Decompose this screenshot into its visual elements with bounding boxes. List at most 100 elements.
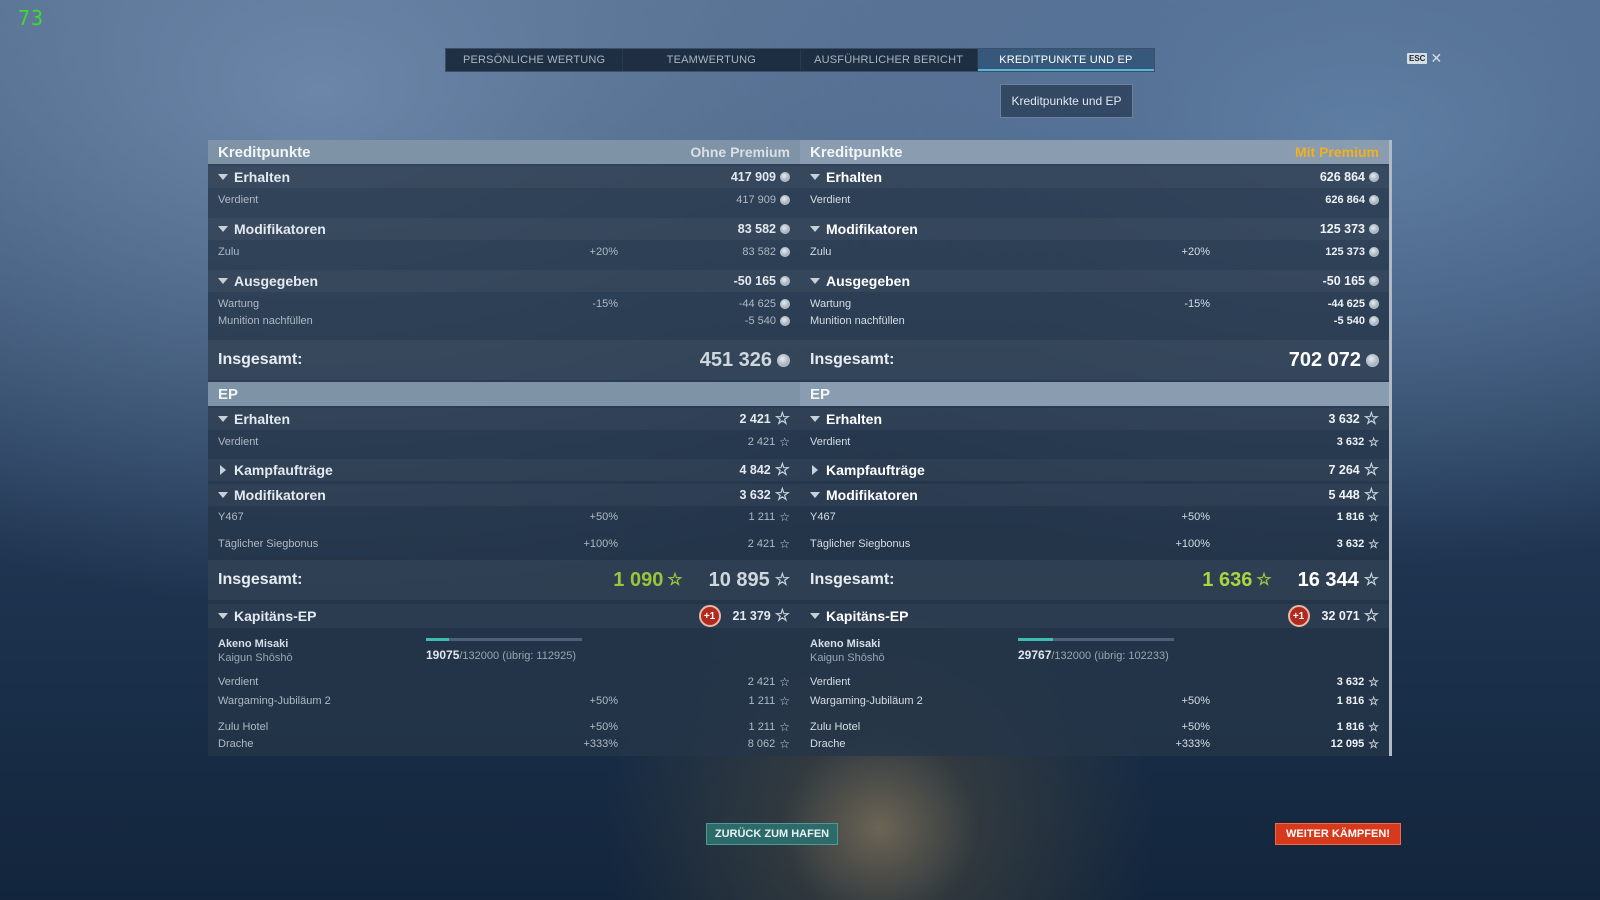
wg-jubilee-value: 1 211 [748, 695, 776, 707]
xp-star-icon: ☆ [779, 510, 790, 524]
cap-earned-row: Verdient 2 421 ☆ [208, 673, 800, 691]
xp-received-value: 3 632 [1328, 412, 1360, 426]
cap-earned-row: Verdient 3 632 ☆ [800, 673, 1389, 691]
zulu-hotel-value: 1 211 [748, 721, 776, 733]
zulu-label: Zulu [810, 246, 832, 258]
xp-received-group[interactable]: Erhalten 2 421 ☆ [208, 408, 800, 430]
maintenance-value: -44 625 [738, 298, 776, 310]
captain-xp-group[interactable]: Kapitäns-EP +1 21 379 ☆ [208, 604, 800, 628]
xp-star-icon: ☆ [774, 485, 790, 504]
combat-missions-group[interactable]: Kampfaufträge 4 842 ☆ [208, 459, 800, 481]
subtab-credits-and-xp[interactable]: Kreditpunkte und EP [1000, 84, 1133, 118]
xp-received-label: Erhalten [234, 411, 291, 427]
xp-received-group[interactable]: Erhalten 3 632 ☆ [800, 408, 1389, 430]
credits-icon [780, 316, 790, 326]
modifiers-group[interactable]: Modifikatoren 125 373 [800, 218, 1389, 240]
captain-rank: Kaigun Shōshō [218, 652, 293, 664]
captain-xp-value: 32 071 [1321, 609, 1360, 623]
spent-group[interactable]: Ausgegeben -50 165 [208, 270, 800, 292]
received-group[interactable]: Erhalten 417 909 [208, 166, 800, 188]
earned-row: Verdient 626 864 [800, 191, 1389, 209]
credits-icon [780, 276, 790, 286]
captain-rank: Kaigun Shōshō [810, 652, 885, 664]
captain-xp-label: Kapitäns-EP [826, 608, 909, 624]
fps-counter: 73 [18, 6, 45, 30]
xp-star-icon: ☆ [1363, 606, 1379, 625]
daily-bonus-row: Täglicher Siegbonus +100% 2 421 ☆ [208, 535, 800, 553]
xp-modifiers-group[interactable]: Modifikatoren 3 632 ☆ [208, 484, 800, 506]
xp-star-icon: ☆ [779, 694, 790, 708]
tab-detailed-report[interactable]: AUSFÜHRLICHER BERICHT [801, 49, 978, 71]
credits-total-value: 702 072 [1288, 348, 1361, 371]
tab-bar: PERSÖNLICHE WERTUNG TEAMWERTUNG AUSFÜHRL… [445, 48, 1155, 72]
xp-star-icon: ☆ [779, 435, 790, 449]
zulu-row: Zulu +20% 125 373 [800, 243, 1389, 261]
maintenance-row: Wartung -15% -44 625 [208, 295, 800, 313]
xp-star-icon: ☆ [1368, 510, 1379, 524]
xp-modifiers-group[interactable]: Modifikatoren 5 448 ☆ [800, 484, 1389, 506]
xp-star-icon: ☆ [1363, 570, 1379, 589]
collapse-arrow-icon [810, 613, 820, 619]
captain-skill-badge[interactable]: +1 [698, 605, 721, 627]
tab-personal-score[interactable]: PERSÖNLICHE WERTUNG [446, 49, 624, 71]
credits-total: Insgesamt: 451 326 [208, 340, 800, 380]
ammo-value: -5 540 [744, 315, 776, 327]
y467-row: Y467 +50% 1 211 ☆ [208, 508, 800, 526]
credits-total-value: 451 326 [699, 348, 772, 371]
xp-star-icon: ☆ [774, 460, 790, 479]
received-group[interactable]: Erhalten 626 864 [800, 166, 1389, 188]
collapse-arrow-icon [218, 278, 228, 284]
zulu-pct: +20% [1181, 246, 1210, 258]
collapse-arrow-icon [218, 226, 228, 232]
captain-xp-value: 21 379 [732, 609, 771, 623]
captain-xp-group[interactable]: Kapitäns-EP +1 32 071 ☆ [800, 604, 1389, 628]
cap-earned-value: 2 421 [747, 676, 776, 688]
wg-jubilee-label: Wargaming-Jubiläum 2 [810, 695, 923, 707]
credits-subtitle: Mit Premium [1294, 144, 1379, 160]
captain-info: Akeno Misaki Kaigun Shōshō 29767/132000 … [800, 638, 1389, 668]
tab-team-score[interactable]: TEAMWERTUNG [623, 49, 801, 71]
spent-group[interactable]: Ausgegeben -50 165 [800, 270, 1389, 292]
panel-with-premium: Kreditpunkte Mit Premium Erhalten 626 86… [800, 140, 1392, 756]
daily-bonus-value: 2 421 [747, 538, 776, 550]
continue-fighting-button[interactable]: WEITER KÄMPFEN! [1275, 823, 1401, 845]
earned-row: Verdient 417 909 [208, 191, 800, 209]
xp-star-icon: ☆ [1368, 675, 1379, 689]
captain-xp-current: 19075 [426, 648, 460, 662]
maintenance-value: -44 625 [1327, 298, 1365, 310]
modifiers-group[interactable]: Modifikatoren 83 582 [208, 218, 800, 240]
xp-total-value: 16 344 [1297, 568, 1359, 591]
back-to-port-button[interactable]: ZURÜCK ZUM HAFEN [706, 823, 838, 845]
combat-missions-label: Kampfaufträge [826, 462, 925, 478]
close-icon: ✕ [1430, 50, 1443, 66]
combat-missions-value: 7 264 [1328, 463, 1360, 477]
xp-title: EP [810, 385, 831, 403]
xp-modifiers-value: 5 448 [1328, 488, 1360, 502]
earned-value: 626 864 [1325, 194, 1365, 206]
xp-earned-row: Verdient 2 421 ☆ [208, 433, 800, 451]
collapse-arrow-icon [810, 174, 820, 180]
drache-label: Drache [810, 738, 846, 750]
xp-star-icon: ☆ [1368, 720, 1379, 734]
xp-modifiers-label: Modifikatoren [826, 487, 918, 503]
xp-star-icon: ☆ [1368, 694, 1379, 708]
daily-bonus-row: Täglicher Siegbonus +100% 3 632 ☆ [800, 535, 1389, 553]
credits-icon [1369, 224, 1379, 234]
credits-icon [1369, 276, 1379, 286]
xp-earned-label: Verdient [810, 436, 851, 448]
drache-pct: +333% [583, 738, 618, 750]
xp-star-icon: ☆ [774, 570, 790, 589]
xp-received-label: Erhalten [826, 411, 883, 427]
credits-icon [1369, 195, 1379, 205]
y467-value: 1 211 [748, 511, 776, 523]
close-button[interactable]: ESC ✕ [1407, 50, 1443, 66]
xp-title: EP [218, 385, 239, 403]
tab-credits-and-xp[interactable]: KREDITPUNKTE UND EP [977, 49, 1154, 71]
spent-label: Ausgegeben [826, 273, 911, 289]
credits-icon [780, 247, 790, 257]
collapse-arrow-icon [810, 278, 820, 284]
zulu-hotel-row: Zulu Hotel +50% 1 211 ☆ [208, 718, 800, 736]
combat-missions-group[interactable]: Kampfaufträge 7 264 ☆ [800, 459, 1389, 481]
drache-row: Drache +333% 8 062 ☆ [208, 735, 800, 753]
captain-skill-badge[interactable]: +1 [1287, 605, 1310, 627]
